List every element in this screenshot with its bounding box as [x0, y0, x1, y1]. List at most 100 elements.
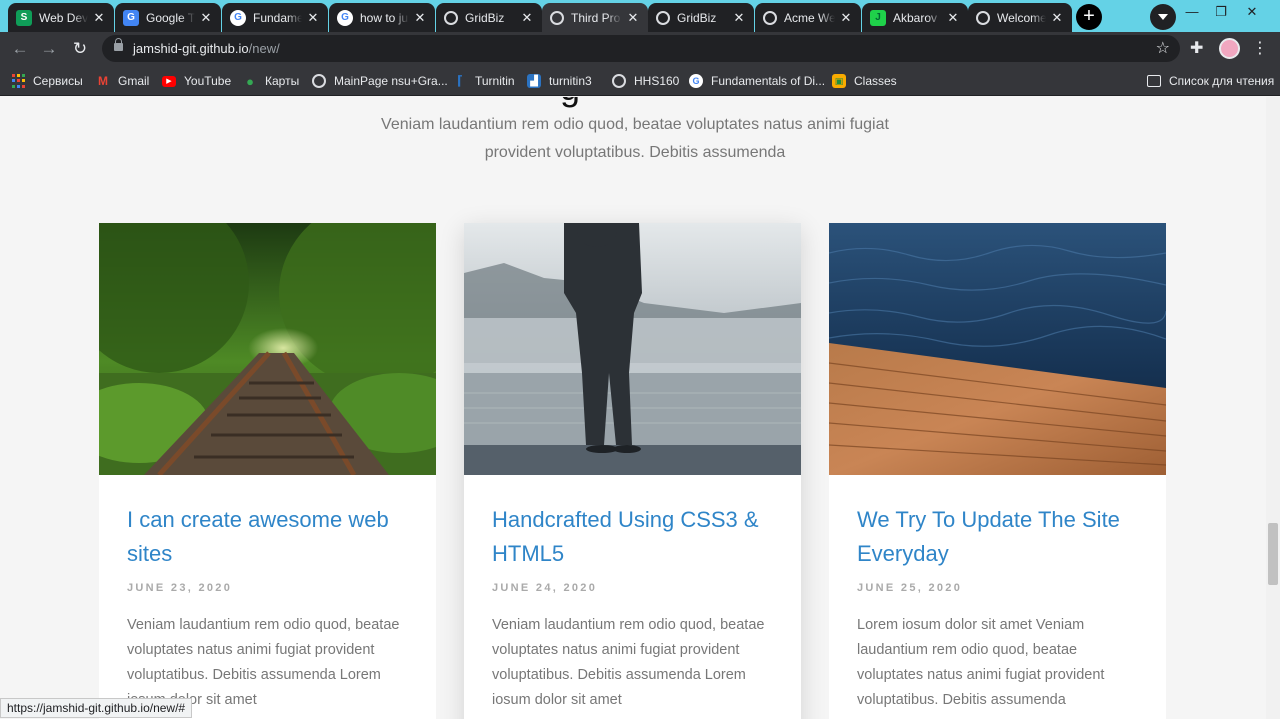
- blog-card: We Try To Update The Site Everyday JUNE …: [829, 223, 1166, 719]
- bookmark-label: Сервисы: [33, 74, 83, 88]
- menu-icon[interactable]: ⋮: [1250, 38, 1270, 58]
- close-icon[interactable]: ✕: [413, 10, 427, 26]
- close-icon[interactable]: ✕: [732, 10, 746, 26]
- tab-title: Fundame: [253, 10, 302, 25]
- tab-google-translate[interactable]: G Google Tr ✕: [115, 3, 221, 32]
- google-icon: G: [230, 9, 246, 26]
- minimize-icon[interactable]: —: [1182, 2, 1202, 22]
- bookmark-hhs160[interactable]: HHS160: [612, 72, 679, 90]
- tab-welcome[interactable]: Welcome ✕: [968, 3, 1072, 32]
- tab-gridbiz-1[interactable]: GridBiz ✕: [436, 3, 542, 32]
- section-intro: Veniam laudantium rem odio quod, beatae …: [381, 116, 889, 161]
- scrollbar-thumb[interactable]: [1268, 523, 1278, 585]
- bookmark-mainpage[interactable]: MainPage nsu+Gra...: [312, 72, 448, 90]
- url-text[interactable]: jamshid-git.github.io/new/: [133, 41, 280, 56]
- profile-avatar[interactable]: [1219, 38, 1240, 59]
- bookmark-label: Gmail: [118, 74, 150, 88]
- man-by-misty-lake-photo[interactable]: [464, 223, 801, 475]
- bookmark-services[interactable]: Сервисы: [12, 72, 83, 90]
- section-heading: g: [560, 97, 581, 109]
- browser-toolbar: ← → ↻ jamshid-git.github.io/new/ ☆ ✚ ⋮: [0, 32, 1280, 65]
- card-excerpt: Lorem iosum dolor sit amet Veniam laudan…: [857, 617, 1105, 708]
- card-date: JUNE 23, 2020: [127, 582, 233, 594]
- tab-title: Web Dev: [39, 10, 88, 25]
- google-icon: G: [337, 9, 353, 26]
- youtube-icon: ▶: [162, 75, 176, 87]
- url-host: jamshid-git.github.io: [133, 41, 249, 56]
- classroom-icon: ▣: [832, 74, 846, 88]
- maps-pin-icon: ●: [246, 73, 254, 89]
- bookmark-label: turnitin3: [549, 74, 592, 88]
- turnitin3-icon: ▟: [527, 74, 541, 88]
- google-icon: G: [689, 74, 703, 88]
- tab-fundamentals[interactable]: G Fundame ✕: [222, 3, 328, 32]
- bookmark-label: MainPage nsu+Gra...: [334, 74, 448, 88]
- gmail-icon: M: [98, 74, 108, 88]
- sheets-icon: S: [16, 9, 32, 26]
- bookmark-turnitin3[interactable]: ▟ turnitin3: [527, 72, 592, 90]
- tab-title: Acme We: [784, 10, 835, 25]
- address-bar[interactable]: jamshid-git.github.io/new/ ☆: [102, 35, 1180, 62]
- card-excerpt: Veniam laudantium rem odio quod, beatae …: [492, 617, 765, 708]
- bookmark-label: Turnitin: [475, 74, 515, 88]
- forward-button[interactable]: →: [37, 37, 61, 61]
- globe-icon: [763, 10, 777, 25]
- bookmark-maps[interactable]: ● Карты: [243, 72, 299, 90]
- close-icon[interactable]: ✕: [946, 10, 960, 26]
- close-icon[interactable]: ✕: [839, 10, 853, 26]
- bookmark-fundamentals[interactable]: G Fundamentals of Di...: [689, 72, 825, 90]
- bookmark-youtube[interactable]: ▶ YouTube: [162, 72, 231, 90]
- tab-strip: S Web Dev ✕ G Google Tr ✕ G Fundame ✕ G …: [0, 0, 1280, 32]
- translate-icon: G: [123, 9, 139, 26]
- close-icon[interactable]: ✕: [199, 10, 213, 26]
- bookmark-label: Classes: [854, 74, 897, 88]
- reading-list-button[interactable]: Список для чтения: [1147, 72, 1274, 90]
- globe-icon: [550, 10, 564, 25]
- page-scrollbar[interactable]: [1266, 97, 1280, 719]
- reload-button[interactable]: ↻: [68, 37, 92, 61]
- card-date: JUNE 25, 2020: [857, 582, 963, 594]
- apps-grid-icon: [12, 74, 25, 88]
- back-button[interactable]: ←: [8, 37, 32, 61]
- window-close-icon[interactable]: ✕: [1242, 2, 1262, 22]
- close-icon[interactable]: ✕: [92, 10, 106, 26]
- tab-search-button[interactable]: [1150, 4, 1176, 30]
- card-title-link[interactable]: I can create awesome web sites: [127, 503, 417, 571]
- new-tab-button[interactable]: +: [1076, 4, 1102, 30]
- tab-title: Google Tr: [146, 10, 195, 25]
- railway-forest-photo[interactable]: [99, 223, 436, 475]
- bookmark-star-icon[interactable]: ☆: [1156, 38, 1170, 58]
- tab-title: GridBiz: [677, 10, 717, 25]
- globe-icon: [312, 74, 326, 88]
- close-icon[interactable]: ✕: [520, 10, 534, 26]
- bookmark-label: YouTube: [184, 74, 232, 88]
- blog-card: I can create awesome web sites JUNE 23, …: [99, 223, 436, 719]
- card-title-link[interactable]: Handcrafted Using CSS3 & HTML5: [492, 503, 782, 571]
- restore-icon[interactable]: ❐: [1211, 2, 1231, 22]
- close-icon[interactable]: ✕: [626, 10, 640, 26]
- bookmark-label: HHS160: [634, 74, 680, 88]
- close-icon[interactable]: ✕: [306, 10, 320, 26]
- tab-acme-web[interactable]: Acme We ✕: [755, 3, 861, 32]
- blog-card: Handcrafted Using CSS3 & HTML5 JUNE 24, …: [464, 223, 801, 719]
- bookmark-gmail[interactable]: M Gmail: [96, 72, 149, 90]
- tab-how-to[interactable]: G how to ju ✕: [329, 3, 435, 32]
- globe-icon: [976, 10, 990, 25]
- bookmark-label: Карты: [265, 74, 300, 88]
- bookmark-classes[interactable]: ▣ Classes: [832, 72, 897, 90]
- bookmark-label: Fundamentals of Di...: [711, 74, 826, 88]
- extensions-icon[interactable]: ✚: [1190, 38, 1203, 58]
- tab-third-project[interactable]: Third Pro ✕: [542, 3, 648, 32]
- url-path: /new/: [248, 41, 280, 56]
- bookmark-turnitin[interactable]: ⌈ Turnitin: [453, 72, 515, 90]
- card-title-link[interactable]: We Try To Update The Site Everyday: [857, 503, 1147, 571]
- tab-gridbiz-2[interactable]: GridBiz ✕: [648, 3, 754, 32]
- globe-icon: [444, 10, 458, 25]
- tab-akbarov[interactable]: J Akbarov ✕: [862, 3, 968, 32]
- j-icon: J: [870, 9, 886, 26]
- wooden-pier-sea-photo[interactable]: [829, 223, 1166, 475]
- reading-list-icon: [1147, 75, 1161, 87]
- tab-web-dev[interactable]: S Web Dev ✕: [8, 3, 114, 32]
- bookmarks-bar: Сервисы M Gmail ▶ YouTube ● Карты MainPa…: [0, 65, 1280, 96]
- close-icon[interactable]: ✕: [1050, 10, 1064, 26]
